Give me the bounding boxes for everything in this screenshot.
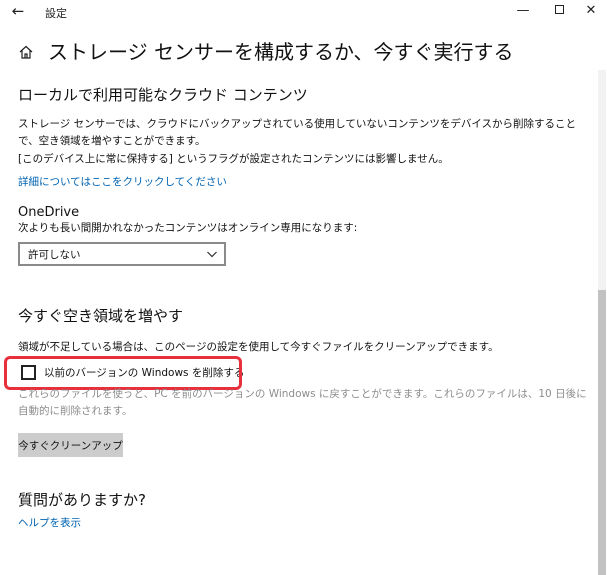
get-help-link[interactable]: ヘルプを表示 [18, 515, 81, 530]
maximize-icon [554, 4, 564, 14]
scrollbar[interactable] [598, 70, 606, 575]
maximize-button[interactable] [541, 0, 577, 24]
onedrive-dropdown[interactable]: 許可しない [18, 242, 226, 266]
scrollbar-thumb[interactable] [598, 290, 606, 575]
free-space-description: 領域が不足している場合は、このページの設定を使用して今すぐファイルをクリーンアッ… [18, 341, 499, 353]
delete-previous-windows-checkbox[interactable] [21, 365, 36, 380]
cloud-content-description: ストレージ センサーでは、クラウドにバックアップされている使用していないコンテン… [18, 118, 577, 147]
dropdown-value: 許可しない [28, 249, 81, 261]
previous-windows-note: これらのファイルを使うと、PC を前のバージョンの Windows に戻すことが… [18, 388, 587, 417]
chevron-down-icon [207, 251, 217, 258]
back-arrow-icon[interactable]: ← [8, 2, 28, 22]
learn-more-link[interactable]: 詳細についてはここをクリックしてください [18, 174, 227, 189]
minimize-button[interactable]: — [505, 0, 541, 24]
cloud-content-heading: ローカルで利用可能なクラウド コンテンツ [18, 86, 308, 104]
page-title: ストレージ センサーを構成するか、今すぐ実行する [48, 40, 514, 64]
onedrive-description: 次よりも長い間開かれなかったコンテンツはオンライン専用になります: [18, 222, 358, 234]
onedrive-heading: OneDrive [18, 205, 80, 220]
free-space-heading: 今すぐ空き領域を増やす [18, 307, 184, 325]
close-button[interactable]: ✕ [573, 0, 607, 24]
checkbox-label: 以前のバージョンの Windows を削除する [44, 367, 245, 379]
cloud-content-note: [このデバイス上に常に保持する] というフラグが設定されたコンテンツには影響しま… [18, 153, 449, 165]
questions-heading: 質問がありますか? [18, 491, 146, 509]
title-bar: ← 設定 — ✕ [0, 0, 607, 26]
app-title: 設定 [45, 7, 67, 20]
home-icon [19, 45, 33, 59]
clean-now-button[interactable]: 今すぐクリーンアップ [18, 433, 123, 457]
